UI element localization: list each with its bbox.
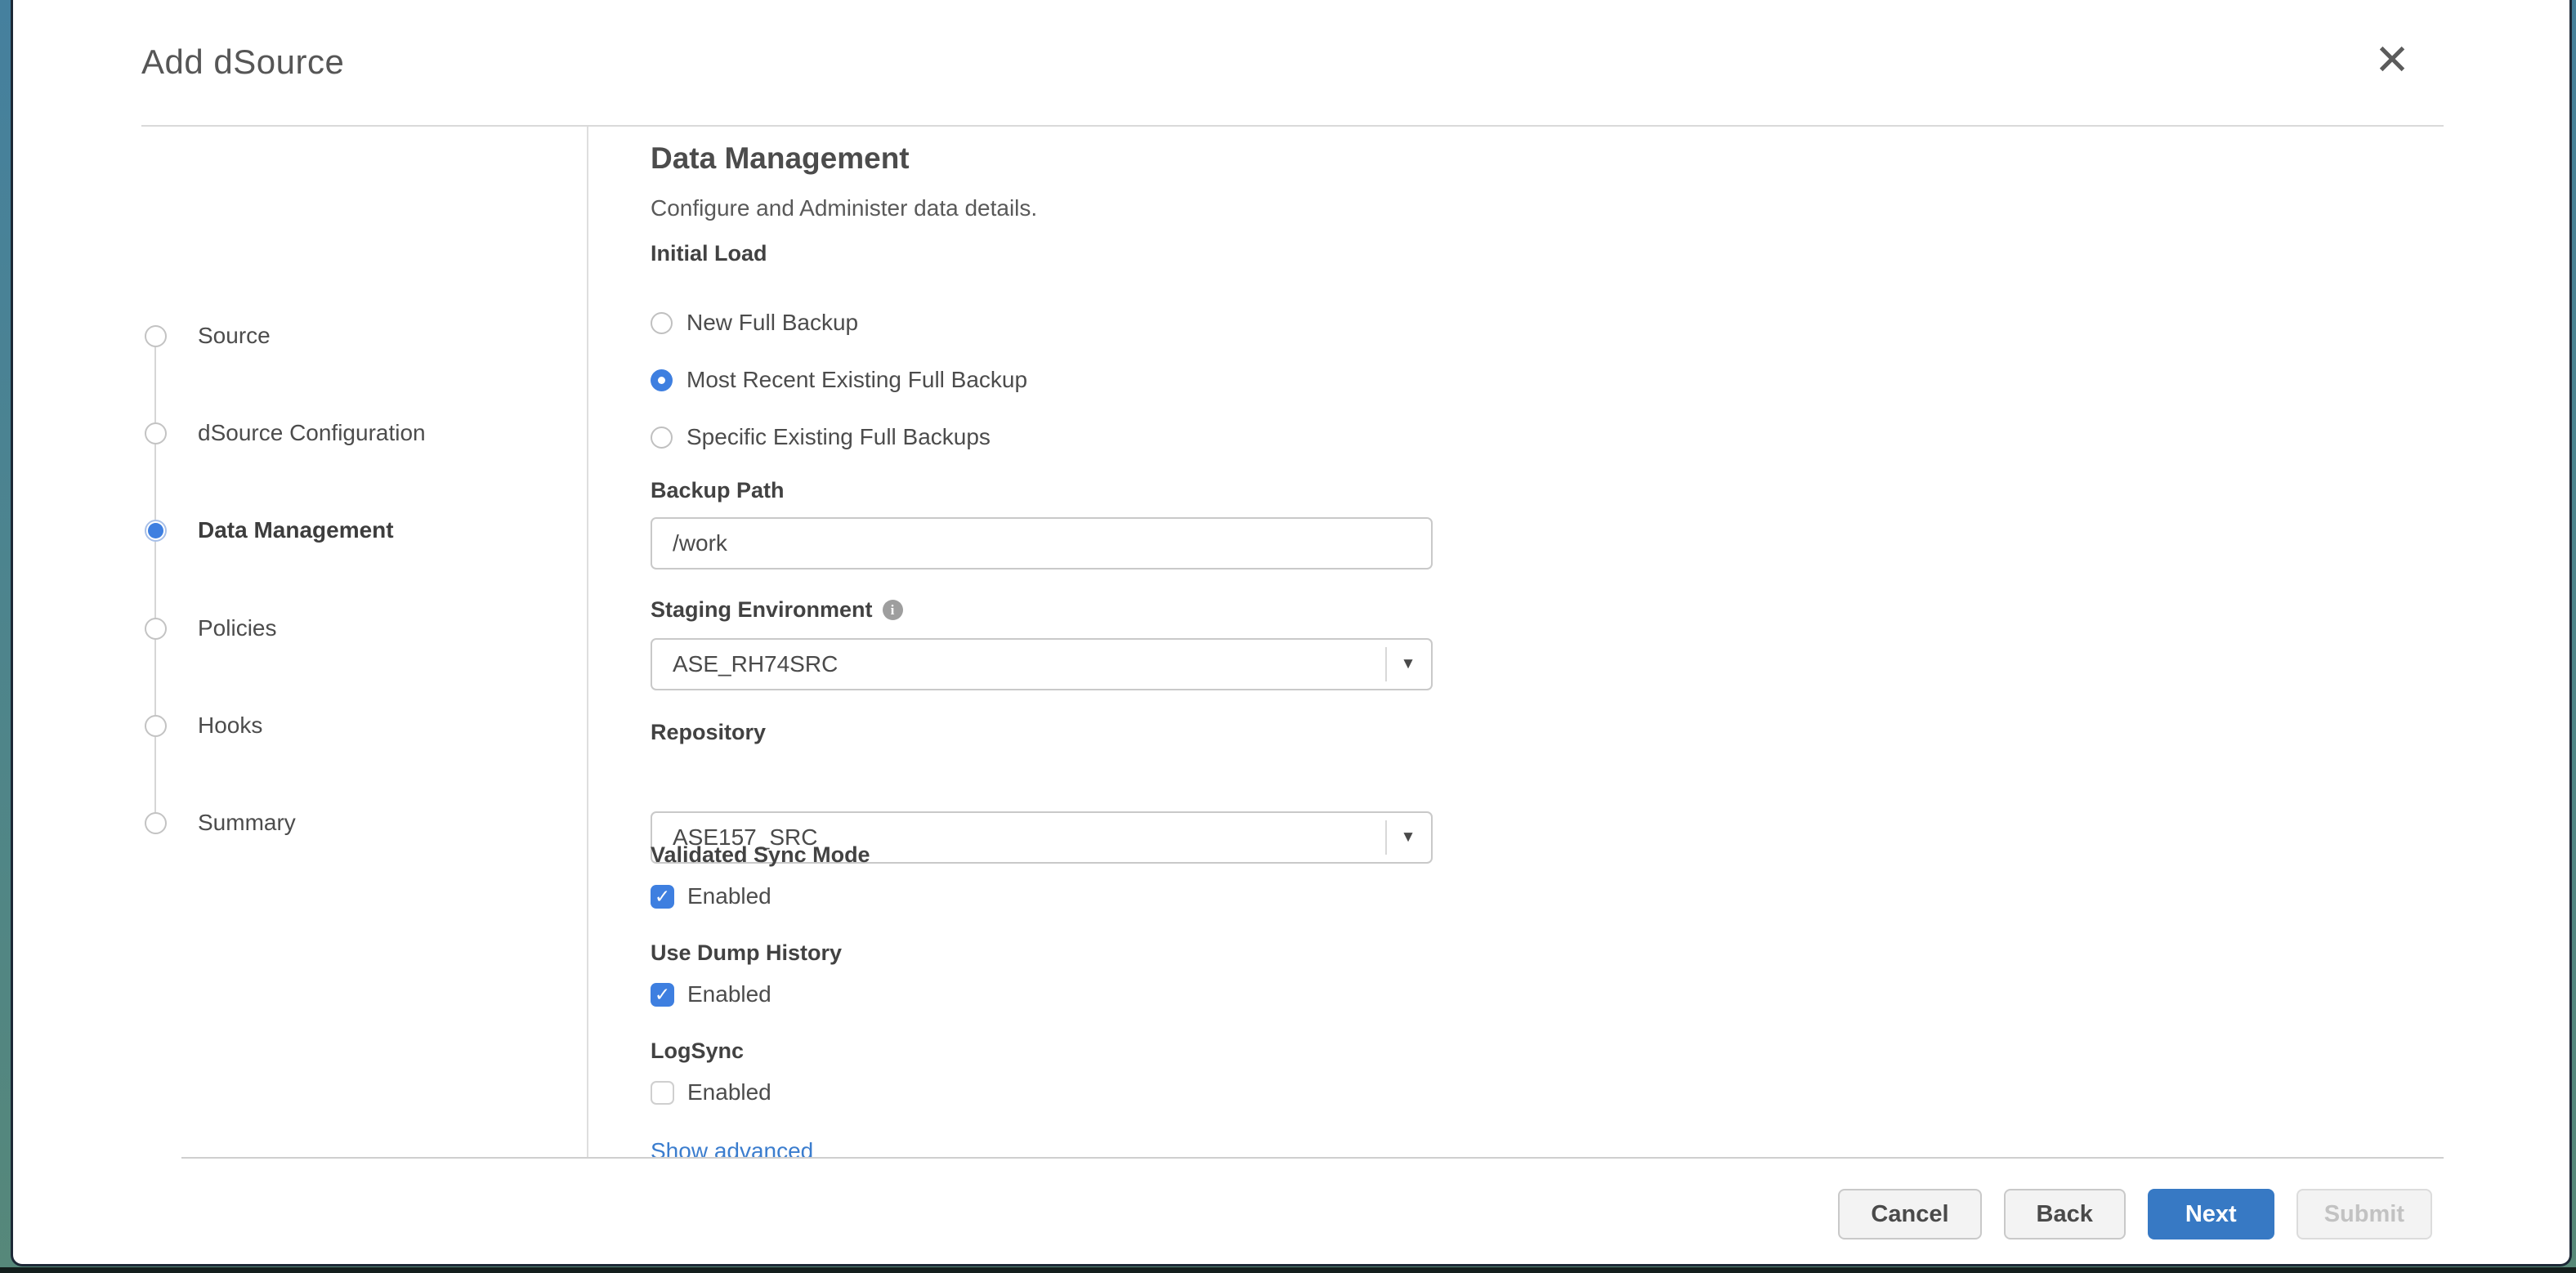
use-dump-history-label: Use Dump History bbox=[651, 940, 842, 966]
step-radio-icon bbox=[145, 618, 167, 640]
wizard-step-label: Data Management bbox=[198, 517, 394, 543]
wizard-step-summary[interactable]: Summary bbox=[13, 798, 585, 847]
logsync-checkbox[interactable] bbox=[651, 1081, 674, 1105]
validated-sync-mode-row: ✓ Enabled bbox=[651, 878, 771, 914]
wizard-step-label: Summary bbox=[198, 810, 296, 836]
sidebar-divider bbox=[587, 127, 588, 1157]
next-button[interactable]: Next bbox=[2148, 1189, 2274, 1240]
dialog-title: Add dSource bbox=[141, 42, 344, 82]
wizard-nav: Source dSource Configuration Data Manage… bbox=[13, 127, 587, 1157]
footer-divider bbox=[181, 1157, 2444, 1159]
backup-path-label: Backup Path bbox=[651, 478, 785, 503]
validated-sync-checkbox[interactable]: ✓ bbox=[651, 885, 674, 909]
backup-path-input[interactable] bbox=[651, 517, 1433, 570]
step-radio-icon bbox=[145, 422, 167, 444]
caret-down-icon: ▼ bbox=[1401, 829, 1416, 846]
info-icon[interactable]: i bbox=[883, 600, 903, 620]
cancel-button[interactable]: Cancel bbox=[1838, 1189, 1981, 1240]
staging-environment-label-row: Staging Environment i bbox=[651, 597, 903, 623]
radio-selected-icon bbox=[651, 369, 673, 391]
footer-actions: Cancel Back Next Submit bbox=[1838, 1189, 2432, 1240]
radio-specific-existing-full-backups[interactable]: Specific Existing Full Backups bbox=[651, 419, 991, 455]
radio-option-label: New Full Backup bbox=[686, 310, 858, 336]
wizard-step-label: Policies bbox=[198, 615, 276, 641]
check-icon: ✓ bbox=[655, 985, 670, 1004]
wizard-step-label: dSource Configuration bbox=[198, 420, 426, 446]
check-icon: ✓ bbox=[655, 887, 670, 906]
checkbox-label: Enabled bbox=[687, 1079, 771, 1106]
logsync-label: LogSync bbox=[651, 1038, 744, 1064]
radio-option-label: Specific Existing Full Backups bbox=[686, 424, 991, 450]
wizard-step-data-management[interactable]: Data Management bbox=[13, 506, 585, 555]
staging-environment-label: Staging Environment bbox=[651, 597, 873, 623]
page-title: Data Management bbox=[651, 141, 910, 176]
radio-new-full-backup[interactable]: New Full Backup bbox=[651, 305, 858, 341]
step-radio-icon bbox=[145, 715, 167, 737]
wizard-step-hooks[interactable]: Hooks bbox=[13, 701, 585, 750]
checkbox-label: Enabled bbox=[687, 883, 771, 909]
repository-label: Repository bbox=[651, 720, 766, 745]
backdrop-bottom-edge bbox=[0, 1267, 2576, 1273]
dropdown-caret-zone[interactable]: ▼ bbox=[1385, 640, 1431, 689]
logsync-row: Enabled bbox=[651, 1074, 771, 1110]
step-radio-icon bbox=[145, 812, 167, 834]
radio-unselected-icon bbox=[651, 427, 673, 449]
radio-most-recent-existing-full-backup[interactable]: Most Recent Existing Full Backup bbox=[651, 362, 1027, 398]
wizard-step-label: Hooks bbox=[198, 712, 262, 739]
page-subtitle: Configure and Administer data details. bbox=[651, 195, 1037, 221]
validated-sync-mode-label: Validated Sync Mode bbox=[651, 842, 870, 868]
use-dump-history-checkbox[interactable]: ✓ bbox=[651, 983, 674, 1007]
use-dump-history-row: ✓ Enabled bbox=[651, 976, 771, 1012]
initial-load-label: Initial Load bbox=[651, 241, 767, 266]
submit-button[interactable]: Submit bbox=[2296, 1189, 2432, 1240]
staging-environment-dropdown[interactable]: ASE_RH74SRC ▼ bbox=[651, 638, 1433, 690]
radio-unselected-icon bbox=[651, 312, 673, 334]
caret-down-icon: ▼ bbox=[1401, 655, 1416, 673]
checkbox-label: Enabled bbox=[687, 981, 771, 1007]
step-radio-icon bbox=[145, 325, 167, 347]
wizard-step-policies[interactable]: Policies bbox=[13, 604, 585, 653]
dropdown-caret-zone[interactable]: ▼ bbox=[1385, 813, 1431, 862]
dropdown-value: ASE_RH74SRC bbox=[673, 651, 838, 677]
show-advanced-link[interactable]: Show advanced bbox=[651, 1138, 813, 1157]
close-button[interactable]: ✕ bbox=[2366, 34, 2418, 87]
wizard-step-source[interactable]: Source bbox=[13, 311, 585, 360]
wizard-step-label: Source bbox=[198, 323, 271, 349]
radio-option-label: Most Recent Existing Full Backup bbox=[686, 367, 1027, 393]
close-icon: ✕ bbox=[2374, 39, 2410, 82]
back-button[interactable]: Back bbox=[2004, 1189, 2126, 1240]
step-radio-active-icon bbox=[145, 520, 167, 542]
wizard-step-dsource-configuration[interactable]: dSource Configuration bbox=[13, 409, 585, 458]
add-dsource-dialog: Add dSource ✕ Source dSource Configurati… bbox=[11, 0, 2572, 1266]
data-management-panel: Data Management Configure and Administer… bbox=[651, 127, 2569, 1157]
